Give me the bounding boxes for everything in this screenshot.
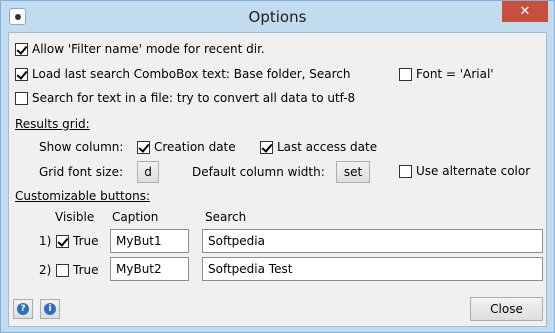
customizable-buttons-heading: Customizable buttons: xyxy=(15,189,150,203)
help-icon: ? xyxy=(17,303,29,315)
info-button[interactable]: i xyxy=(40,299,60,319)
help-button[interactable]: ? xyxy=(13,299,33,319)
allow-filter-label: Allow 'Filter name' mode for recent dir. xyxy=(32,42,265,56)
button-row-1-caption-input[interactable]: MyBut1 xyxy=(110,229,189,253)
button-row-1-visible-label: True xyxy=(73,234,99,248)
font-arial-checkbox[interactable] xyxy=(399,67,412,81)
options-window: Options ✕ Allow 'Filter name' mode for r… xyxy=(0,0,555,333)
results-grid-heading: Results grid: xyxy=(15,117,90,131)
button-row-2-visible-option[interactable]: True xyxy=(56,263,99,277)
close-button[interactable]: Close xyxy=(470,297,543,321)
button-row-2-search-input[interactable]: Softpedia Test xyxy=(202,257,543,281)
button-row-2-index: 2) xyxy=(39,263,52,277)
grid-font-size-label: Grid font size: xyxy=(39,165,123,179)
allow-filter-checkbox[interactable] xyxy=(15,42,28,56)
load-last-search-label: Load last search ComboBox text: Base fol… xyxy=(32,67,351,81)
options-panel: Allow 'Filter name' mode for recent dir.… xyxy=(8,32,547,327)
search-column-header: Search xyxy=(205,210,247,224)
grid-font-button[interactable]: d xyxy=(137,161,159,183)
creation-date-checkbox[interactable] xyxy=(137,140,150,154)
button-row-1-visible-option[interactable]: True xyxy=(56,234,99,248)
last-access-date-checkbox[interactable] xyxy=(260,140,273,154)
load-last-search-option[interactable]: Load last search ComboBox text: Base fol… xyxy=(15,67,351,81)
button-row-1-index: 1) xyxy=(39,234,52,248)
search-utf8-option[interactable]: Search for text in a file: try to conver… xyxy=(15,91,355,105)
alternate-color-option[interactable]: Use alternate color xyxy=(399,164,530,178)
creation-date-label: Creation date xyxy=(154,140,236,154)
window-close-button[interactable]: ✕ xyxy=(502,1,548,22)
button-row-2-caption-input[interactable]: MyBut2 xyxy=(110,257,189,281)
button-row-2-visible-label: True xyxy=(73,263,99,277)
font-arial-label: Font = 'Arial' xyxy=(416,67,494,81)
show-column-label: Show column: xyxy=(39,140,124,154)
load-last-search-checkbox[interactable] xyxy=(15,67,28,81)
set-column-width-button[interactable]: set xyxy=(336,161,370,183)
last-access-date-option[interactable]: Last access date xyxy=(260,140,377,154)
button-row-2-visible-checkbox[interactable] xyxy=(56,263,69,277)
creation-date-option[interactable]: Creation date xyxy=(137,140,236,154)
last-access-date-label: Last access date xyxy=(277,140,378,154)
title-bar[interactable]: Options ✕ xyxy=(1,1,554,32)
alternate-color-checkbox[interactable] xyxy=(399,164,412,178)
button-row-1-visible-checkbox[interactable] xyxy=(56,234,69,248)
search-utf8-label: Search for text in a file: try to conver… xyxy=(32,91,356,105)
default-column-width-label: Default column width: xyxy=(192,165,325,179)
font-arial-option[interactable]: Font = 'Arial' xyxy=(399,67,494,81)
button-row-1-search-input[interactable]: Softpedia xyxy=(202,229,543,253)
window-title: Options xyxy=(248,8,307,26)
search-utf8-checkbox[interactable] xyxy=(15,91,28,105)
visible-column-header: Visible xyxy=(55,210,95,224)
alternate-color-label: Use alternate color xyxy=(416,164,531,178)
allow-filter-option[interactable]: Allow 'Filter name' mode for recent dir. xyxy=(15,42,265,56)
info-icon: i xyxy=(44,303,56,315)
caption-column-header: Caption xyxy=(112,210,159,224)
